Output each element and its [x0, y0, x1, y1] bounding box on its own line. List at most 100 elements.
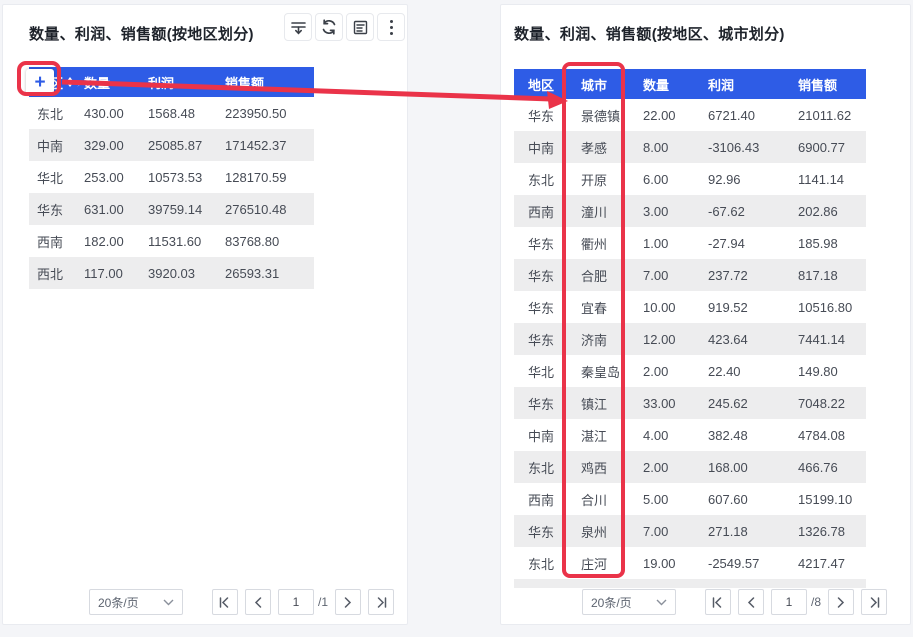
- table-cell: 宜春: [567, 291, 629, 323]
- table-row: 华东济南12.00423.647441.14: [514, 323, 866, 355]
- pin-icon[interactable]: [77, 75, 82, 90]
- table-cell: 1.00: [629, 227, 694, 259]
- table-cell: 东北: [514, 547, 567, 579]
- left-widget-toolbar: [284, 13, 405, 41]
- table-cell: 合肥: [567, 259, 629, 291]
- collapse-icon: [290, 19, 307, 36]
- last-page-button[interactable]: [861, 589, 887, 615]
- col-header-city[interactable]: 城市: [567, 69, 629, 99]
- table-cell: 合川: [567, 483, 629, 515]
- table-cell: 景德镇: [567, 99, 629, 131]
- table-cell: 33.00: [629, 387, 694, 419]
- more-options-button[interactable]: [377, 13, 405, 41]
- table-row: 西北117.003920.0326593.31: [29, 257, 314, 289]
- table-cell: 华东: [514, 99, 567, 131]
- table-row: 东北开原6.0092.961141.14: [514, 163, 866, 195]
- table-row: 中南湛江4.00382.484784.08: [514, 419, 866, 451]
- table-cell: 中南: [514, 419, 567, 451]
- table-cell: 382.48: [694, 419, 784, 451]
- col-header-sales[interactable]: 销售额: [784, 69, 866, 99]
- col-header-profit[interactable]: 利润: [694, 69, 784, 99]
- next-page-button[interactable]: [335, 589, 361, 615]
- table-cell: -2549.57: [694, 547, 784, 579]
- kebab-icon: [390, 20, 393, 35]
- table-cell: 2.00: [629, 451, 694, 483]
- table-cell: 245.62: [694, 387, 784, 419]
- page-number-input[interactable]: [278, 589, 314, 615]
- table-cell: 271.18: [694, 515, 784, 547]
- table-cell: 4217.47: [784, 547, 866, 579]
- table-header-row: 地区 数量 利润 销售额: [29, 67, 314, 97]
- table-cell: 华北: [29, 161, 82, 193]
- last-page-button[interactable]: [368, 589, 394, 615]
- table-row: 华东景德镇22.006721.4021011.62: [514, 99, 866, 131]
- table-cell: 10516.80: [784, 291, 866, 323]
- page-size-select[interactable]: 20条/页: [582, 589, 676, 615]
- table-cell: 22.00: [629, 99, 694, 131]
- prev-page-button[interactable]: [245, 589, 271, 615]
- table-row: 华东泉州7.00271.181326.78: [514, 515, 866, 547]
- table-row: 中南329.0025085.87171452.37: [29, 129, 314, 161]
- table-cell: 25085.87: [146, 129, 223, 161]
- table-row: 西南182.0011531.6083768.80: [29, 225, 314, 257]
- table-cell: 21011.62: [784, 99, 866, 131]
- region-table-body: 东北430.001568.48223950.50中南329.0025085.87…: [29, 97, 314, 289]
- add-column-button[interactable]: +: [26, 69, 54, 95]
- table-row: 华北253.0010573.53128170.59: [29, 161, 314, 193]
- table-cell: 开原: [567, 163, 629, 195]
- table-cell: 253.00: [82, 161, 146, 193]
- table-row: 华东镇江33.00245.627048.22: [514, 387, 866, 419]
- table-cell: 223950.50: [223, 97, 314, 129]
- next-page-button[interactable]: [828, 589, 854, 615]
- table-row: 西南潼川3.00-67.62202.86: [514, 195, 866, 227]
- table-cell: 10573.53: [146, 161, 223, 193]
- table-cell: 1326.78: [784, 515, 866, 547]
- page-number-input[interactable]: [771, 589, 807, 615]
- table-cell: 华东: [514, 323, 567, 355]
- chevron-down-icon: [656, 595, 667, 609]
- col-header-quantity[interactable]: 数量: [82, 67, 146, 97]
- table-cell: 西南: [514, 195, 567, 227]
- table-cell: 423.64: [694, 323, 784, 355]
- table-cell: 329.00: [82, 129, 146, 161]
- table-cell: 171452.37: [223, 129, 314, 161]
- col-header-profit[interactable]: 利润: [146, 67, 223, 97]
- sort-icon[interactable]: [67, 77, 73, 87]
- table-cell: 泉州: [567, 515, 629, 547]
- first-page-button[interactable]: [212, 589, 238, 615]
- table-row: 西南合川5.00607.6015199.10: [514, 483, 866, 515]
- col-header-sales[interactable]: 销售额: [223, 67, 314, 97]
- table-cell: 东北: [514, 163, 567, 195]
- table-cell: 华东: [514, 227, 567, 259]
- table-cell: 衢州: [567, 227, 629, 259]
- table-cell: 庄河: [567, 547, 629, 579]
- table-cell: 湛江: [567, 419, 629, 451]
- collapse-rows-button[interactable]: [284, 13, 312, 41]
- table-cell: 华东: [29, 193, 82, 225]
- table-cell: -27.94: [694, 227, 784, 259]
- region-city-table: 地区 城市 数量 利润 销售额 华东景德镇22.006721.4021011.6…: [514, 69, 866, 579]
- table-cell: 华东: [514, 387, 567, 419]
- table-cell: 117.00: [82, 257, 146, 289]
- page-size-value: 20条/页: [98, 594, 139, 611]
- table-cell: 华东: [514, 515, 567, 547]
- table-cell: 西南: [514, 483, 567, 515]
- page-size-value: 20条/页: [591, 594, 632, 611]
- table-cell: 168.00: [694, 451, 784, 483]
- table-cell: 631.00: [82, 193, 146, 225]
- table-cell: 185.98: [784, 227, 866, 259]
- page-size-select[interactable]: 20条/页: [89, 589, 183, 615]
- table-row: 华东衢州1.00-27.94185.98: [514, 227, 866, 259]
- table-cell: 中南: [29, 129, 82, 161]
- table-row: 东北鸡西2.00168.00466.76: [514, 451, 866, 483]
- refresh-button[interactable]: [315, 13, 343, 41]
- detail-view-button[interactable]: [346, 13, 374, 41]
- col-header-quantity[interactable]: 数量: [629, 69, 694, 99]
- col-header-region[interactable]: 地区: [514, 69, 567, 99]
- table-cell: 6900.77: [784, 131, 866, 163]
- prev-page-button[interactable]: [738, 589, 764, 615]
- table-cell: -3106.43: [694, 131, 784, 163]
- first-page-button[interactable]: [705, 589, 731, 615]
- table-cell: 276510.48: [223, 193, 314, 225]
- table-cell: 3920.03: [146, 257, 223, 289]
